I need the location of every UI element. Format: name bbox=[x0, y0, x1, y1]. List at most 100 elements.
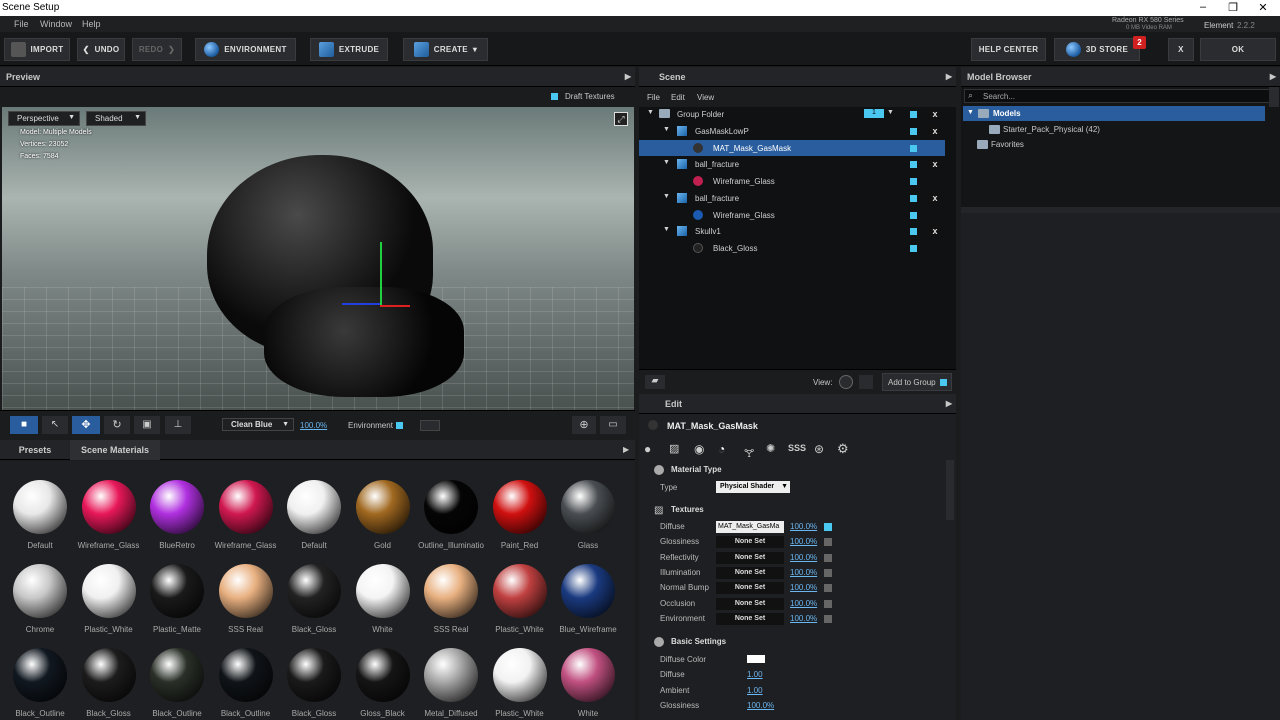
draft-textures-checkbox[interactable] bbox=[551, 93, 558, 100]
maximize-icon[interactable]: ⤢ bbox=[614, 112, 628, 126]
remove-button[interactable]: x bbox=[929, 225, 941, 237]
texture-percentage[interactable]: 100.0% bbox=[790, 568, 817, 577]
material-swatch[interactable] bbox=[355, 564, 410, 618]
texture-slot[interactable]: None Set bbox=[716, 597, 784, 610]
menu-help[interactable]: Help bbox=[82, 19, 101, 29]
tree-row-wireframe-glass[interactable]: Wireframe_Glass bbox=[639, 173, 945, 189]
texture-checkbox[interactable] bbox=[824, 584, 832, 593]
expand-arrow-icon[interactable]: ▼ bbox=[967, 109, 974, 116]
remove-button[interactable]: x bbox=[929, 108, 941, 120]
gear-icon[interactable]: ⚙ bbox=[837, 441, 849, 457]
visibility-checkbox[interactable] bbox=[910, 145, 917, 152]
texture-slot[interactable]: None Set bbox=[716, 536, 784, 549]
tree-row-gasmasklowp[interactable]: ▼ GasMaskLowP x bbox=[639, 123, 945, 139]
texture-slot[interactable]: None Set bbox=[716, 566, 784, 579]
reflect-icon[interactable]: ◉ bbox=[694, 442, 704, 456]
view-grid-icon[interactable] bbox=[859, 375, 873, 389]
visibility-checkbox[interactable] bbox=[910, 195, 917, 202]
texture-checkbox[interactable] bbox=[824, 599, 832, 608]
scene-menu-edit[interactable]: Edit bbox=[671, 93, 685, 102]
move-icon[interactable]: ✥ bbox=[72, 416, 100, 434]
favorites-item[interactable]: Favorites bbox=[991, 140, 1024, 149]
texture-checkbox[interactable] bbox=[824, 538, 832, 547]
new-folder-icon[interactable]: ▰ bbox=[645, 375, 665, 389]
import-button[interactable]: IMPORT bbox=[4, 38, 70, 61]
chevron-down-icon[interactable]: ▼ bbox=[887, 109, 894, 116]
material-swatch[interactable] bbox=[561, 564, 615, 618]
material-swatch[interactable] bbox=[81, 564, 136, 618]
menu-window[interactable]: Window bbox=[40, 19, 72, 29]
texture-slot[interactable]: None Set bbox=[716, 582, 784, 595]
texture-percentage[interactable]: 100.0% bbox=[790, 553, 817, 562]
environment-checkbox[interactable] bbox=[396, 422, 403, 429]
material-swatch[interactable] bbox=[218, 648, 273, 702]
tree-row-black-gloss[interactable]: Black_Gloss bbox=[639, 240, 945, 256]
visibility-checkbox[interactable] bbox=[910, 178, 917, 185]
texture-slot[interactable]: None Set bbox=[716, 612, 784, 625]
scene-menu-view[interactable]: View bbox=[697, 93, 714, 102]
texture-checkbox[interactable] bbox=[824, 553, 832, 562]
shade-mode-dropdown[interactable]: Shaded ▼ bbox=[86, 111, 146, 126]
lightbulb-icon[interactable]: ✺ bbox=[766, 442, 775, 455]
tree-row-ball-fracture-2[interactable]: ▼ ball_fracture x bbox=[639, 190, 945, 206]
menu-file[interactable]: File bbox=[14, 19, 29, 29]
texture-percentage[interactable]: 100.0% bbox=[790, 522, 817, 531]
scale-icon[interactable]: ▣ bbox=[134, 416, 160, 434]
material-swatch[interactable] bbox=[218, 480, 273, 534]
sphere-icon[interactable]: ● bbox=[644, 442, 651, 456]
env-percentage[interactable]: 100.0% bbox=[300, 421, 327, 430]
basic-value[interactable]: 1.00 bbox=[747, 670, 763, 679]
environment-button[interactable]: ENVIRONMENT bbox=[195, 38, 296, 61]
material-swatch[interactable] bbox=[561, 648, 615, 702]
material-swatch[interactable] bbox=[424, 564, 478, 618]
basic-value[interactable]: 1.00 bbox=[747, 686, 763, 695]
expand-arrow-icon[interactable]: ▼ bbox=[663, 193, 670, 200]
texture-slot[interactable]: None Set bbox=[716, 551, 784, 564]
material-swatch[interactable] bbox=[355, 648, 410, 702]
visibility-checkbox[interactable] bbox=[910, 161, 917, 168]
material-swatch[interactable] bbox=[150, 480, 204, 534]
monitor-icon[interactable]: ▭ bbox=[600, 416, 626, 434]
material-swatch[interactable] bbox=[81, 648, 136, 702]
material-swatch[interactable] bbox=[287, 480, 341, 534]
tab-scene-materials[interactable]: Scene Materials bbox=[70, 440, 160, 460]
tree-item-models[interactable]: ▼ Models bbox=[963, 106, 1265, 121]
gizmo-z-axis[interactable] bbox=[342, 303, 380, 305]
tree-row-group-folder[interactable]: ▼ Group Folder 1 ▼ x bbox=[639, 106, 945, 122]
pin-icon[interactable]: 🝖 bbox=[744, 442, 754, 464]
environment-swatch[interactable] bbox=[420, 420, 440, 431]
collapse-arrow-icon[interactable]: ▶ bbox=[625, 72, 631, 81]
texture-percentage[interactable]: 100.0% bbox=[790, 537, 817, 546]
close-button[interactable]: X bbox=[1168, 38, 1194, 61]
material-swatch[interactable] bbox=[492, 480, 547, 534]
select-arrow-icon[interactable]: ↖ bbox=[42, 416, 68, 434]
texture-checkbox[interactable] bbox=[824, 523, 832, 531]
browser-arrow-icon[interactable]: ▶ bbox=[1270, 72, 1276, 81]
texture-percentage[interactable]: 100.0% bbox=[790, 614, 817, 623]
scene-menu-file[interactable]: File bbox=[647, 93, 660, 102]
material-swatch[interactable] bbox=[13, 564, 67, 618]
material-swatch[interactable] bbox=[492, 648, 547, 702]
visibility-checkbox[interactable] bbox=[910, 245, 917, 252]
undo-button[interactable]: ❮ UNDO bbox=[77, 38, 125, 61]
camera-icon[interactable]: ■ bbox=[10, 416, 38, 434]
search-input[interactable]: ⌕ Search... bbox=[964, 89, 1276, 103]
image-icon[interactable]: ▨ bbox=[669, 442, 679, 455]
visibility-checkbox[interactable] bbox=[910, 128, 917, 135]
ok-button[interactable]: OK bbox=[1200, 38, 1276, 61]
close-window-icon[interactable]: ✕ bbox=[1248, 1, 1278, 14]
crosshair-icon[interactable]: ⊕ bbox=[572, 416, 596, 434]
diffuse-color-swatch[interactable] bbox=[747, 655, 765, 663]
visibility-checkbox[interactable] bbox=[910, 212, 917, 219]
gizmo-y-axis[interactable] bbox=[380, 242, 382, 307]
visibility-checkbox[interactable] bbox=[910, 228, 917, 235]
gauge-icon[interactable]: ◔ bbox=[718, 442, 725, 456]
basic-value[interactable]: 100.0% bbox=[747, 701, 774, 710]
expand-arrow-icon[interactable]: ▼ bbox=[663, 226, 670, 233]
material-swatch[interactable] bbox=[424, 480, 478, 534]
texture-checkbox[interactable] bbox=[824, 568, 832, 577]
viewport[interactable]: Perspective ▼ Shaded ▼ Model: Multiple Mod… bbox=[2, 107, 634, 410]
material-swatch[interactable] bbox=[424, 648, 478, 702]
remove-button[interactable]: x bbox=[929, 125, 941, 137]
material-swatch[interactable] bbox=[81, 480, 136, 534]
